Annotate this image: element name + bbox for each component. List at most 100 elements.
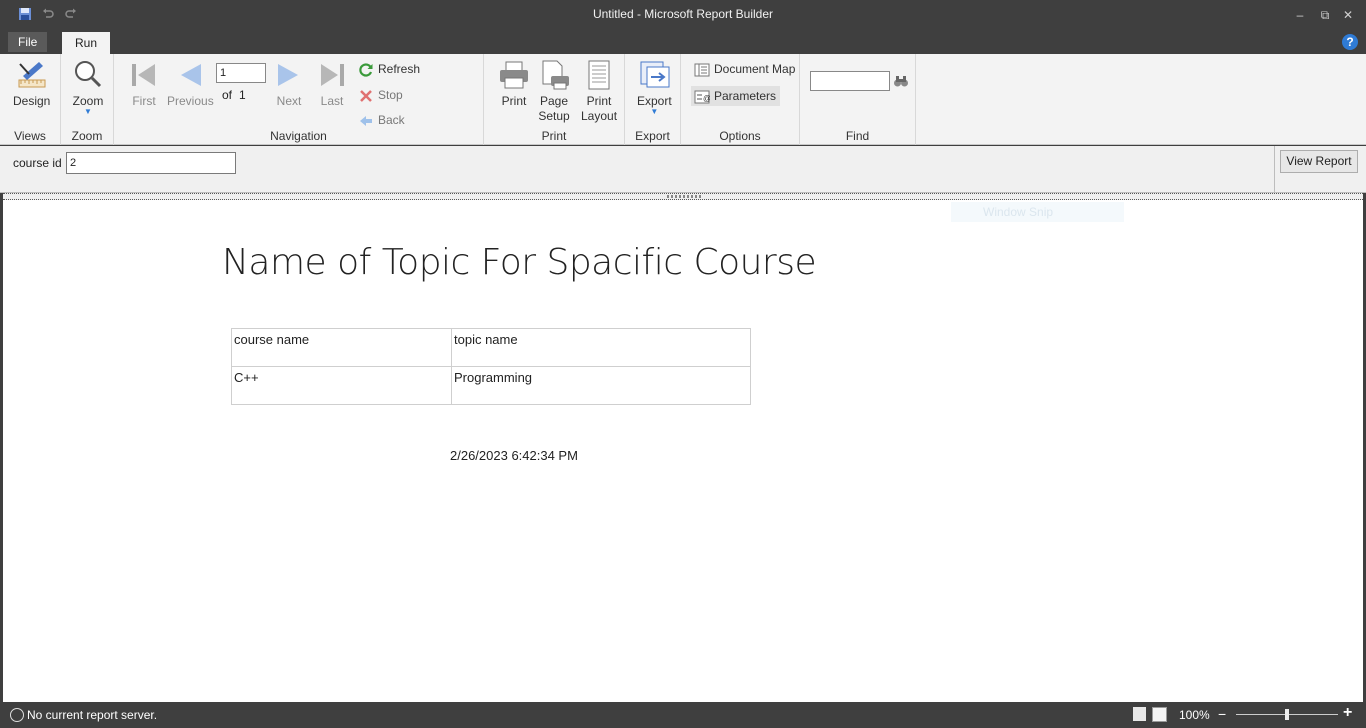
print-layout-label-line2: Layout bbox=[581, 109, 618, 123]
zoom-in-icon[interactable]: + bbox=[1343, 705, 1352, 721]
print-layout-icon bbox=[588, 60, 610, 90]
zoom-label: Zoom bbox=[72, 94, 104, 108]
ribbon-group-export: Export ▼ Export bbox=[625, 54, 681, 145]
previous-page-button[interactable]: Previous bbox=[167, 58, 214, 108]
ribbon-tabs: File Run ? bbox=[0, 30, 1366, 54]
minimize-button[interactable]: – bbox=[1291, 6, 1309, 24]
next-page-button[interactable]: Next bbox=[272, 58, 306, 108]
view-report-button[interactable]: View Report bbox=[1280, 150, 1358, 173]
print-button[interactable]: Print bbox=[497, 58, 531, 108]
current-page-input[interactable]: 1 bbox=[216, 63, 266, 83]
refresh-button[interactable]: Refresh bbox=[358, 59, 420, 79]
refresh-label: Refresh bbox=[378, 62, 421, 76]
print-layout-label-line1: Print bbox=[586, 94, 612, 108]
previous-page-icon bbox=[181, 64, 202, 86]
help-icon[interactable]: ? bbox=[1342, 34, 1358, 50]
parameters-button[interactable]: @ Parameters bbox=[691, 86, 781, 106]
export-group-label: Export bbox=[635, 129, 670, 143]
export-label: Export bbox=[637, 94, 672, 108]
tab-run[interactable]: Run bbox=[62, 32, 110, 54]
execution-timestamp: 2/26/2023 6:42:34 PM bbox=[450, 448, 578, 463]
design-label: Design bbox=[13, 94, 51, 108]
stop-label: Stop bbox=[378, 88, 403, 102]
parameter-pane: course id 2 View Report bbox=[0, 146, 1366, 193]
restore-button[interactable]: ⧉ bbox=[1316, 6, 1334, 24]
chevron-down-icon: ▼ bbox=[650, 107, 659, 116]
cell-course-name: C++ bbox=[231, 366, 452, 405]
last-page-button[interactable]: Last bbox=[315, 58, 349, 108]
stop-icon bbox=[360, 89, 372, 102]
ribbon-group-options: Document Map @ Parameters Options bbox=[681, 54, 800, 145]
chevron-down-icon: ▼ bbox=[84, 107, 92, 116]
zoom-slider-thumb[interactable] bbox=[1285, 709, 1289, 720]
page-setup-label-line1: Page bbox=[539, 94, 569, 108]
status-bar: No current report server. 100% − + bbox=[0, 702, 1366, 728]
splitter-grip[interactable] bbox=[667, 195, 703, 198]
close-button[interactable]: ✕ bbox=[1339, 6, 1357, 24]
zoom-out-icon[interactable]: − bbox=[1218, 707, 1226, 721]
design-icon bbox=[18, 62, 46, 88]
window-snip-overlay: Window Snip bbox=[951, 202, 1124, 222]
find-input[interactable] bbox=[810, 71, 890, 91]
header-topic-name: topic name bbox=[451, 328, 751, 367]
zoom-group-label: Zoom bbox=[71, 129, 103, 143]
ribbon-group-views: Design Views bbox=[0, 54, 61, 145]
options-group-label: Options bbox=[719, 129, 761, 143]
printer-icon bbox=[500, 61, 528, 89]
ribbon-group-find: Find bbox=[800, 54, 916, 145]
zoom-button[interactable]: Zoom ▼ bbox=[71, 58, 105, 116]
parameter-divider bbox=[1274, 146, 1275, 193]
total-pages: 1 bbox=[239, 88, 246, 102]
zoom-level: 100% bbox=[1179, 708, 1210, 722]
print-label: Print bbox=[501, 94, 527, 108]
table-row: C++ Programming bbox=[231, 366, 751, 405]
svg-text:@: @ bbox=[703, 94, 710, 103]
design-button[interactable]: Design bbox=[13, 58, 50, 108]
report-table: course name topic name C++ Programming bbox=[231, 328, 751, 405]
ribbon-group-zoom: Zoom ▼ Zoom bbox=[61, 54, 114, 145]
find-group-label: Find bbox=[845, 129, 870, 143]
refresh-icon bbox=[359, 63, 373, 77]
magnifier-icon bbox=[75, 61, 102, 88]
document-map-button[interactable]: Document Map bbox=[694, 59, 795, 79]
last-label: Last bbox=[320, 94, 344, 108]
navigation-group-label: Navigation bbox=[270, 129, 327, 143]
next-page-icon bbox=[278, 64, 298, 86]
first-label: First bbox=[132, 94, 156, 108]
first-page-button[interactable]: First bbox=[127, 58, 161, 108]
back-button[interactable]: Back bbox=[358, 110, 405, 130]
page-setup-icon bbox=[542, 60, 569, 90]
print-group-label: Print bbox=[541, 129, 567, 143]
page-setup-label-line2: Setup bbox=[538, 109, 570, 123]
page-setup-button[interactable]: Page Setup bbox=[537, 58, 571, 124]
title-bar: Untitled - Microsoft Report Builder – ⧉ … bbox=[0, 0, 1366, 30]
table-header-row: course name topic name bbox=[231, 328, 751, 367]
parameters-icon: @ bbox=[694, 90, 710, 104]
previous-label: Previous bbox=[167, 94, 214, 108]
export-button[interactable]: Export ▼ bbox=[637, 58, 672, 116]
status-text: No current report server. bbox=[27, 708, 158, 722]
last-page-icon bbox=[321, 64, 344, 86]
course-id-label: course id bbox=[13, 156, 62, 170]
back-label: Back bbox=[378, 113, 405, 127]
first-page-icon bbox=[132, 64, 155, 86]
report-viewer: Window Snip Name of Topic For Spacific C… bbox=[3, 200, 1363, 702]
ribbon: Design Views Zoom ▼ Zoom First Previous … bbox=[0, 54, 1366, 145]
export-icon bbox=[640, 61, 670, 88]
course-id-input[interactable]: 2 bbox=[66, 152, 236, 174]
pane-splitter[interactable] bbox=[3, 193, 1363, 200]
binoculars-icon[interactable] bbox=[893, 73, 909, 89]
document-map-label: Document Map bbox=[714, 62, 796, 76]
print-layout-button[interactable]: Print Layout bbox=[581, 58, 617, 124]
views-group-label: Views bbox=[14, 129, 46, 143]
server-status-icon bbox=[10, 708, 24, 722]
header-course-name: course name bbox=[231, 328, 452, 367]
ribbon-group-navigation: First Previous 1 of 1 Next Last Refresh … bbox=[114, 54, 484, 145]
page-view-icon[interactable] bbox=[1133, 707, 1146, 721]
back-arrow-icon bbox=[360, 115, 372, 126]
report-title: Name of Topic For Spacific Course bbox=[222, 242, 817, 283]
tab-file[interactable]: File bbox=[8, 32, 48, 52]
stop-button[interactable]: Stop bbox=[358, 85, 403, 105]
print-layout-view-icon[interactable] bbox=[1152, 707, 1167, 722]
report-builder-window: Untitled - Microsoft Report Builder – ⧉ … bbox=[0, 0, 1366, 728]
